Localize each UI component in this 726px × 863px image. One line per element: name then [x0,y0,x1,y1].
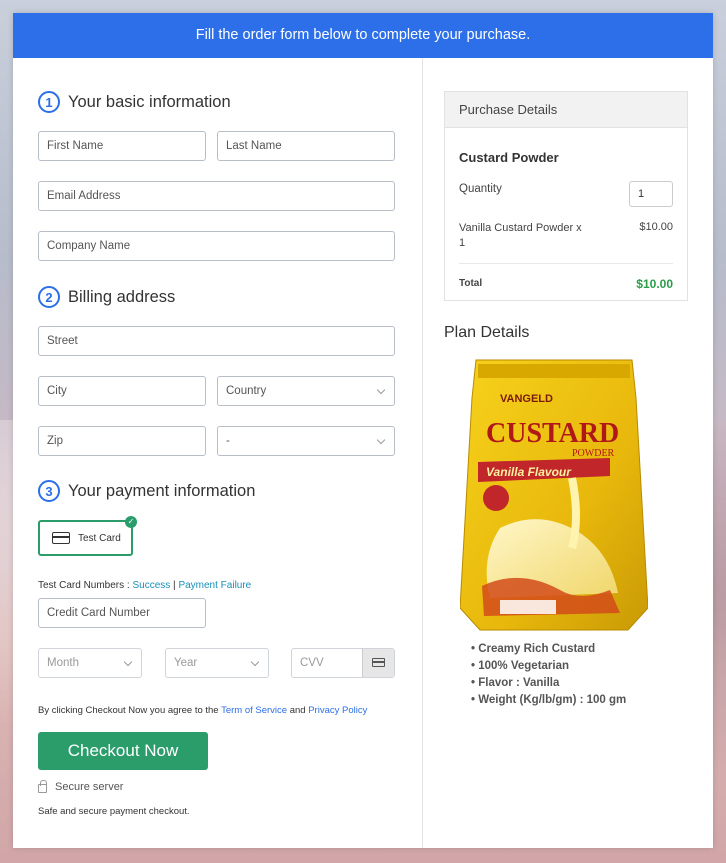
credit-card-number-field[interactable]: Credit Card Number [38,598,206,628]
terms-and: and [287,705,309,716]
step-number-3: 3 [38,480,60,502]
step-number-2: 2 [38,286,60,308]
cvv-field[interactable]: CVV [291,648,395,678]
brand-text: VANGELD [500,393,553,405]
order-form-container: Fill the order form below to complete yo… [13,13,713,848]
custard-powder-product-image: VANGELD CUSTARD POWDER Vanilla Flavour [460,359,648,631]
month-select[interactable]: Month [38,648,142,678]
test-card-label: Test Card [78,532,121,544]
custard-logo-text: CUSTARD [486,418,619,449]
plan-features-list: Creamy Rich Custard 100% Vegetarian Flav… [471,641,626,709]
section-basic-info: 1 Your basic information [38,91,231,113]
flavour-text: Vanilla Flavour [486,465,572,479]
lock-icon [38,780,47,793]
terms-text: By clicking Checkout Now you agree to th… [38,705,367,716]
divider [459,263,673,264]
first-name-field[interactable]: First Name [38,131,206,161]
summary-column: Purchase Details Custard Powder Quantity… [424,58,713,848]
checkout-now-button[interactable]: Checkout Now [38,732,208,770]
terms-of-service-link[interactable]: Term of Service [221,705,287,716]
quantity-input[interactable]: 1 [629,181,673,207]
section-title-payment: Your payment information [68,481,256,500]
feature-item: Weight (Kg/lb/gm) : 100 gm [471,692,626,709]
step-number-1: 1 [38,91,60,113]
street-field[interactable]: Street [38,326,395,356]
feature-item: Flavor : Vanilla [471,675,626,692]
email-field[interactable]: Email Address [38,181,395,211]
terms-prefix: By clicking Checkout Now you agree to th… [38,705,222,716]
powder-text: POWDER [572,448,615,459]
line-item-price: $10.00 [639,221,673,233]
state-select[interactable]: - [217,426,395,456]
year-select[interactable]: Year [165,648,269,678]
feature-item: Creamy Rich Custard [471,641,626,658]
form-column: 1 Your basic information First Name Last… [13,58,423,848]
test-card-numbers-label: Test Card Numbers : [38,580,133,591]
top-banner: Fill the order form below to complete yo… [13,13,713,58]
country-select[interactable]: Country [217,376,395,406]
company-field[interactable]: Company Name [38,231,395,261]
purchase-details-box: Purchase Details Custard Powder Quantity… [444,91,688,301]
last-name-field[interactable]: Last Name [217,131,395,161]
plan-details-title: Plan Details [444,324,530,341]
zip-field[interactable]: Zip [38,426,206,456]
success-link[interactable]: Success [132,580,170,591]
product-name: Custard Powder [459,150,559,165]
section-title-basic: Your basic information [68,92,231,111]
test-card-option[interactable]: Test Card ✓ [38,516,137,556]
section-billing: 2 Billing address [38,286,175,308]
city-field[interactable]: City [38,376,206,406]
purchase-details-header: Purchase Details [445,92,687,128]
feature-item: 100% Vegetarian [471,658,626,675]
secure-note: Safe and secure payment checkout. [38,806,190,817]
section-title-billing: Billing address [68,287,176,306]
cvv-card-icon [362,649,394,677]
section-payment: 3 Your payment information [38,480,255,502]
total-value: $10.00 [636,277,673,291]
secure-server-label: Secure server [55,781,124,793]
payment-failure-link[interactable]: Payment Failure [178,580,251,591]
privacy-policy-link[interactable]: Privacy Policy [308,705,367,716]
checkmark-icon: ✓ [125,516,137,528]
test-card-numbers: Test Card Numbers : Success | Payment Fa… [38,580,251,591]
credit-card-icon [52,532,70,544]
secure-server: Secure server [38,780,124,793]
cvv-label: CVV [300,657,324,669]
